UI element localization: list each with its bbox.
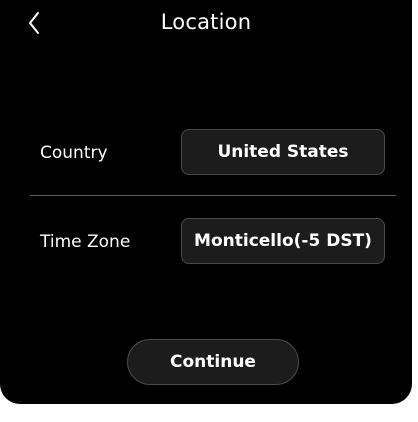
continue-button[interactable]: Continue xyxy=(127,339,299,385)
timezone-select-button[interactable]: Monticello(-5 DST) xyxy=(181,218,385,264)
location-screen: Location Country United States Time Zone… xyxy=(0,0,412,404)
country-label: Country xyxy=(40,143,108,163)
divider xyxy=(30,195,396,196)
country-select-button[interactable]: United States xyxy=(181,129,385,175)
timezone-label: Time Zone xyxy=(40,232,131,252)
page-title: Location xyxy=(160,10,252,34)
